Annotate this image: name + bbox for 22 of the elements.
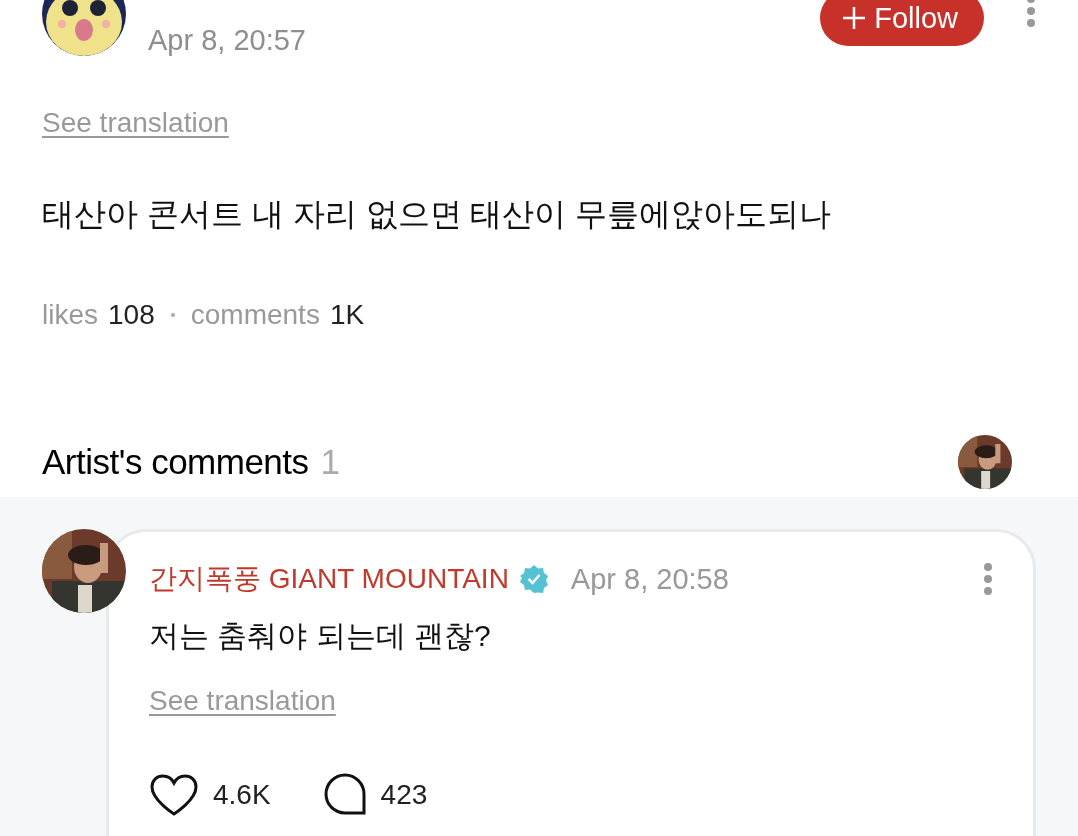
see-translation-link[interactable]: See translation — [149, 685, 336, 717]
section-title: Artist's comments — [42, 442, 309, 481]
comment-count: 1 — [320, 442, 341, 481]
heart-icon[interactable] — [149, 773, 199, 817]
comments-label: comments — [190, 299, 320, 331]
comments-count: 1K — [329, 299, 365, 331]
plus-icon — [842, 6, 867, 30]
more-icon[interactable] — [1026, 0, 1036, 28]
speech-bubble-icon[interactable] — [322, 773, 367, 817]
follow-button[interactable]: Follow — [820, 0, 984, 46]
likes-label: likes — [42, 299, 98, 331]
see-translation-link[interactable]: See translation — [42, 107, 229, 139]
comment-text: 저는 춤춰야 되는데 괜찮? — [149, 618, 492, 654]
post-text: 태산아 콘서트 내 자리 없으면 태산이 무릎에앉아도되나 — [42, 195, 833, 234]
likes-count: 4.6K — [213, 779, 271, 811]
separator-dot — [170, 313, 175, 317]
post-date: Apr 8, 20:57 — [148, 24, 306, 56]
replies-count: 423 — [380, 779, 428, 811]
likes-count: 108 — [108, 299, 155, 331]
comment-date: Apr 8, 20:58 — [570, 562, 730, 596]
author-name: 간지폭풍 GIANT MOUNTAIN — [149, 562, 509, 596]
more-icon[interactable] — [983, 562, 993, 596]
